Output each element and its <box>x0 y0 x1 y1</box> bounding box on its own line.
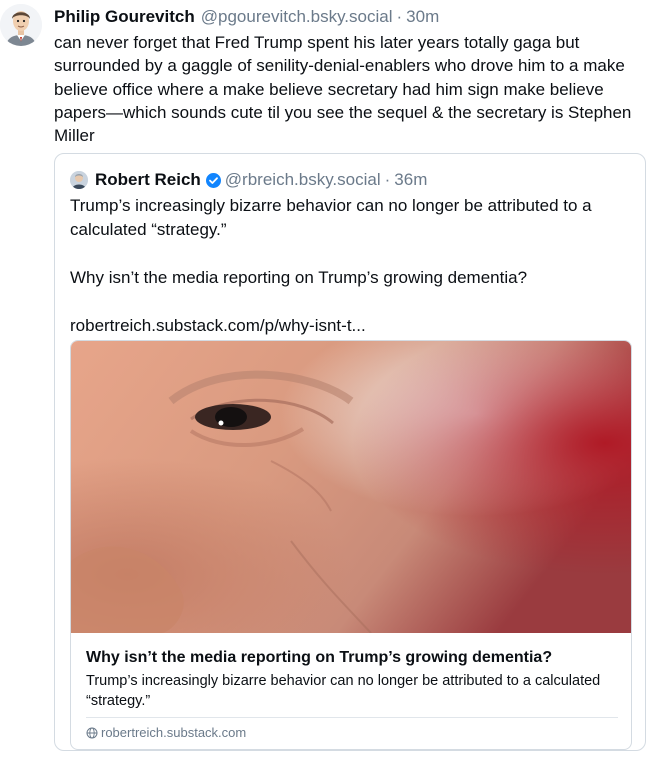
link-preview-description: Trump’s increasingly bizarre behavior ca… <box>86 673 601 709</box>
quoted-post-time[interactable]: 36m <box>394 170 427 190</box>
author-avatar[interactable] <box>0 4 42 46</box>
post-header: Philip Gourevitch @pgourevitch.bsky.soci… <box>54 6 439 28</box>
link-preview-domain-text: robertreich.substack.com <box>101 725 247 740</box>
quoted-author-handle[interactable]: @rbreich.bsky.social <box>225 170 381 190</box>
quoted-meta-separator: · <box>384 170 391 189</box>
link-preview-domain[interactable]: robertreich.substack.com <box>86 725 246 740</box>
link-preview-card[interactable]: Why isn’t the media reporting on Trump’s… <box>70 340 632 750</box>
post-text: can never forget that Fred Trump spent h… <box>54 33 632 146</box>
meta-separator: · <box>396 7 403 26</box>
verified-check-icon <box>205 172 221 188</box>
author-name[interactable]: Philip Gourevitch <box>54 6 195 28</box>
post[interactable]: Philip Gourevitch @pgourevitch.bsky.soci… <box>0 0 653 765</box>
quoted-post[interactable]: Robert Reich @rbreich.bsky.social · 36m … <box>54 153 646 751</box>
post-time[interactable]: 30m <box>406 6 439 28</box>
quoted-post-header: Robert Reich @rbreich.bsky.social · 36m <box>70 169 427 191</box>
quoted-post-text: Trump’s increasingly bizarre behavior ca… <box>70 194 635 338</box>
link-preview-title[interactable]: Why isn’t the media reporting on Trump’s… <box>86 647 626 669</box>
quoted-author-name[interactable]: Robert Reich <box>95 170 201 190</box>
quoted-author-avatar[interactable] <box>70 171 88 189</box>
globe-icon <box>86 727 98 739</box>
author-avatar-illustration <box>0 4 42 46</box>
quoted-author-avatar-illustration <box>70 171 88 189</box>
author-handle[interactable]: @pgourevitch.bsky.social <box>201 6 393 28</box>
link-preview-image <box>71 341 631 634</box>
quoted-text-line1: Trump’s increasingly bizarre behavior ca… <box>70 196 592 239</box>
link-preview-divider <box>86 717 618 718</box>
quoted-text-link[interactable]: robertreich.substack.com/p/why-isnt-t... <box>70 314 635 338</box>
quoted-text-line2: Why isn’t the media reporting on Trump’s… <box>70 268 528 287</box>
